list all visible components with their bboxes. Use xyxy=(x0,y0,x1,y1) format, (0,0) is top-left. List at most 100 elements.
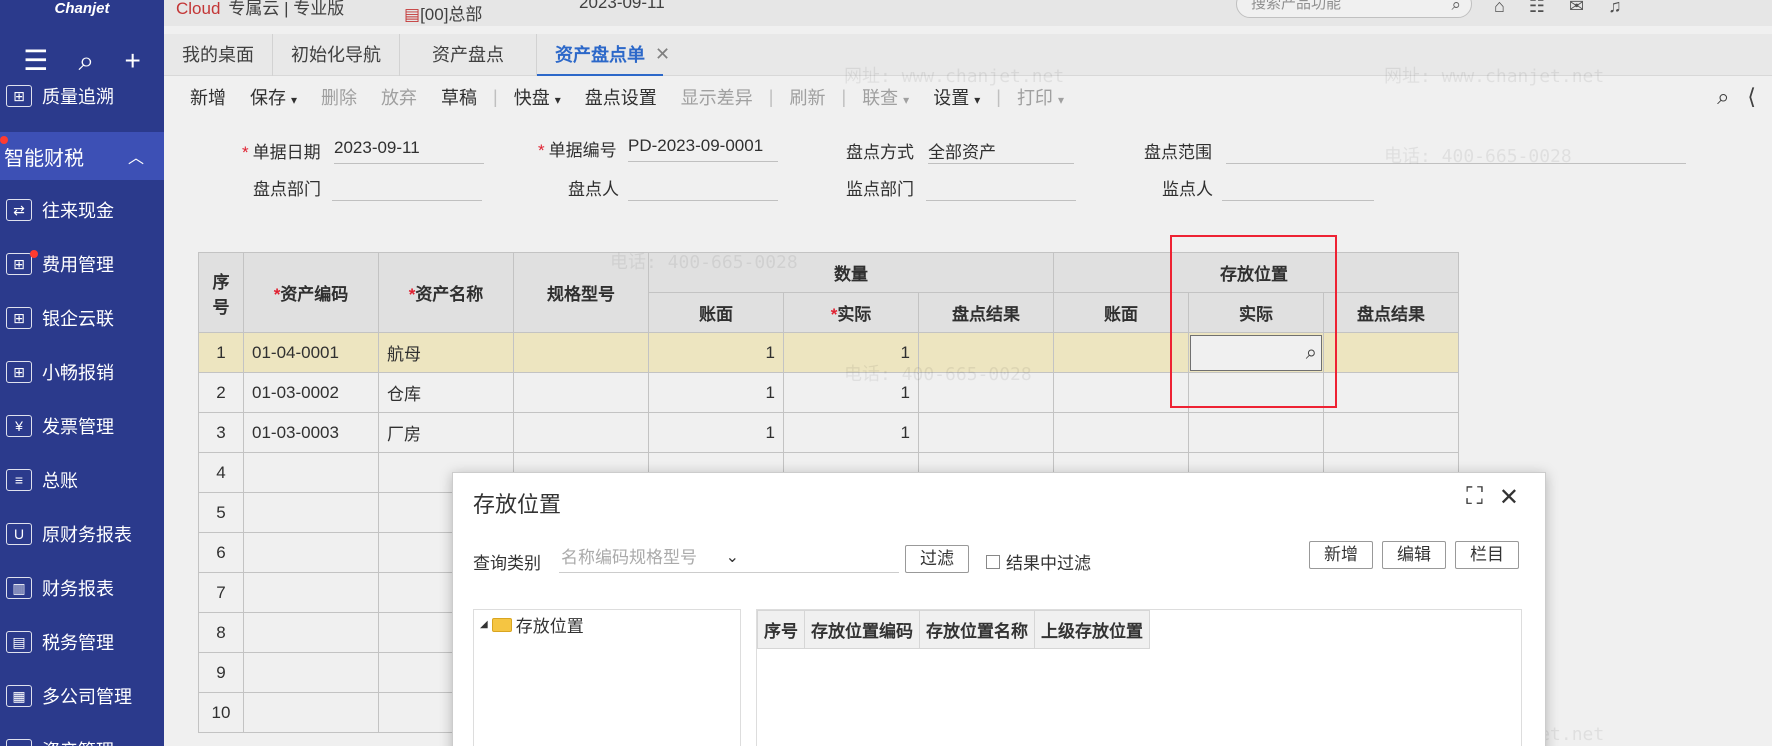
empty-cell[interactable] xyxy=(243,492,379,533)
sidebar-item-reimburse[interactable]: ⊞ 小畅报销 xyxy=(0,350,164,394)
discard-button[interactable]: 放弃 xyxy=(381,84,417,110)
counter-input[interactable] xyxy=(628,175,778,201)
search-icon[interactable]: ⌕ xyxy=(1451,0,1461,18)
menu-icon[interactable]: ☰ xyxy=(23,47,48,75)
doc-date-input[interactable]: 2023-09-11 xyxy=(334,138,484,164)
edit-location-button[interactable]: 编辑 xyxy=(1382,541,1446,569)
filter-button[interactable]: 过滤 xyxy=(905,545,969,573)
sidebar: Chanjet ☰ ⌕ + ⊞ 质量追溯 智能财税 ︿ ⇄ 往来现金 ⊞ 费用管… xyxy=(0,0,164,746)
tree-root-node[interactable]: ◢ 存放位置 xyxy=(480,612,584,637)
count-method-select[interactable]: 全部资产 xyxy=(928,138,1074,164)
delete-button[interactable]: 删除 xyxy=(321,84,357,110)
empty-cell[interactable] xyxy=(243,612,379,653)
sidebar-item-smart-finance[interactable]: 智能财税 ︿ xyxy=(0,132,164,180)
empty-cell[interactable] xyxy=(243,692,379,733)
cell-seq: 6 xyxy=(198,532,244,573)
sidebar-item-ledger[interactable]: ≡ 总账 xyxy=(0,458,164,502)
sidebar-item-old-reports[interactable]: U 原财务报表 xyxy=(0,512,164,556)
col-parent-location[interactable]: 上级存放位置 xyxy=(1034,610,1150,649)
col-loc-book[interactable]: 账面 xyxy=(1053,292,1189,333)
empty-cell[interactable] xyxy=(243,652,379,693)
tab-asset-count[interactable]: 资产盘点 xyxy=(400,33,537,76)
show-diff-button[interactable]: 显示差异 xyxy=(681,84,753,110)
cell-qty-actual[interactable]: 1 xyxy=(783,412,919,453)
count-dept-input[interactable] xyxy=(332,175,482,201)
cell-spec[interactable] xyxy=(513,332,649,373)
toolbar-divider: | xyxy=(841,86,847,107)
tab-asset-count-doc[interactable]: 资产盘点单 xyxy=(537,34,663,76)
empty-cell[interactable] xyxy=(243,572,379,613)
bell-icon[interactable]: ♫ xyxy=(1608,0,1622,17)
cell-loc-actual[interactable] xyxy=(1188,412,1324,453)
global-search-input[interactable]: 搜索产品功能 ⌕ xyxy=(1236,0,1472,18)
count-settings-button[interactable]: 盘点设置 xyxy=(585,84,657,110)
sidebar-item-multi-company[interactable]: ▦ 多公司管理 xyxy=(0,674,164,718)
close-icon[interactable]: ✕ xyxy=(1499,483,1519,512)
quick-count-button[interactable]: 快盘 ▾ xyxy=(514,84,561,110)
new-location-button[interactable]: 新增 xyxy=(1309,541,1373,569)
tab-init-guide[interactable]: 初始化导航 xyxy=(273,33,400,76)
cell-spec[interactable] xyxy=(513,372,649,413)
sidebar-item-assets[interactable]: ▣ 资产管理 xyxy=(0,728,164,746)
query-input[interactable]: 名称编码规格型号 ⌄ xyxy=(559,543,899,573)
supervisor-input[interactable] xyxy=(1222,175,1374,201)
settings-button[interactable]: 设置 ▾ xyxy=(933,84,980,110)
cell-asset-name[interactable]: 仓库 xyxy=(378,372,514,413)
col-seq[interactable]: 序号 xyxy=(757,610,805,649)
columns-button[interactable]: 栏目 xyxy=(1455,541,1519,569)
col-location-code[interactable]: 存放位置编码 xyxy=(804,610,920,649)
cell-asset-code[interactable]: 01-04-0001 xyxy=(243,332,379,373)
col-qty-book[interactable]: 账面 xyxy=(648,292,784,333)
sidebar-item-reports[interactable]: ▥ 财务报表 xyxy=(0,566,164,610)
cell-asset-code[interactable]: 01-03-0002 xyxy=(243,372,379,413)
sidebar-item-current-cash[interactable]: ⇄ 往来现金 xyxy=(0,188,164,232)
table-row[interactable]: 3 01-03-0003 厂房 1 1 xyxy=(198,412,1459,453)
filter-in-results-checkbox[interactable]: 结果中过滤 xyxy=(986,549,1091,574)
required-mark: * xyxy=(242,143,249,162)
sidebar-item-quality-trace[interactable]: ⊞ 质量追溯 xyxy=(0,74,164,118)
col-qty-actual-label: 实际 xyxy=(837,305,872,324)
refresh-button[interactable]: 刷新 xyxy=(789,84,825,110)
collapse-icon[interactable]: ⟨ xyxy=(1747,84,1756,110)
col-loc-result[interactable]: 盘点结果 xyxy=(1323,292,1459,333)
home-icon[interactable]: ⌂ xyxy=(1494,0,1505,17)
sidebar-item-invoice[interactable]: ¥ 发票管理 xyxy=(0,404,164,448)
cell-qty-actual[interactable]: 1 xyxy=(783,372,919,413)
sidebar-item-expense[interactable]: ⊞ 费用管理 xyxy=(0,242,164,286)
save-button[interactable]: 保存 ▾ xyxy=(250,84,297,110)
task-icon[interactable]: ☷ xyxy=(1529,0,1545,17)
search-icon[interactable]: ⌕ xyxy=(79,47,95,75)
empty-cell[interactable] xyxy=(243,452,379,493)
col-qty-actual[interactable]: *实际 xyxy=(783,292,919,333)
col-qty-result[interactable]: 盘点结果 xyxy=(918,292,1054,333)
close-tab-icon[interactable]: ✕ xyxy=(655,44,670,65)
linked-query-button[interactable]: 联查 ▾ xyxy=(862,84,909,110)
cell-asset-code[interactable]: 01-03-0003 xyxy=(243,412,379,453)
maximize-icon[interactable]: ⛶ xyxy=(1466,483,1483,512)
empty-cell[interactable] xyxy=(243,532,379,573)
cell-spec[interactable] xyxy=(513,412,649,453)
sidebar-item-bank-cloud[interactable]: ⊞ 银企云联 xyxy=(0,296,164,340)
chevron-down-icon[interactable]: ⌄ xyxy=(726,543,739,573)
cell-qty-actual[interactable]: 1 xyxy=(783,332,919,373)
count-range-input[interactable] xyxy=(1226,138,1686,164)
cell-asset-name[interactable]: 航母 xyxy=(378,332,514,373)
col-location-name[interactable]: 存放位置名称 xyxy=(919,610,1035,649)
org-selector[interactable]: ▤[00]总部 xyxy=(404,0,482,25)
col-asset-name[interactable]: *资产名称 xyxy=(378,252,514,333)
print-button[interactable]: 打印 ▾ xyxy=(1017,84,1064,110)
cell-asset-name[interactable]: 厂房 xyxy=(378,412,514,453)
doc-no-input[interactable]: PD-2023-09-0001 xyxy=(628,136,778,162)
sidebar-item-tax[interactable]: ▤ 税务管理 xyxy=(0,620,164,664)
message-icon[interactable]: ✉ xyxy=(1569,0,1584,17)
checkbox-box[interactable] xyxy=(986,554,1000,569)
draft-button[interactable]: 草稿 xyxy=(441,84,477,110)
col-asset-code[interactable]: *资产编码 xyxy=(243,252,379,333)
tree-expand-icon[interactable]: ◢ xyxy=(480,619,488,630)
tab-my-desktop[interactable]: 我的桌面 xyxy=(164,33,273,76)
add-icon[interactable]: + xyxy=(125,47,141,75)
col-spec[interactable]: 规格型号 xyxy=(513,252,649,333)
supervise-dept-input[interactable] xyxy=(926,175,1076,201)
new-button[interactable]: 新增 xyxy=(190,84,226,110)
find-icon[interactable]: ⌕ xyxy=(1717,84,1729,110)
